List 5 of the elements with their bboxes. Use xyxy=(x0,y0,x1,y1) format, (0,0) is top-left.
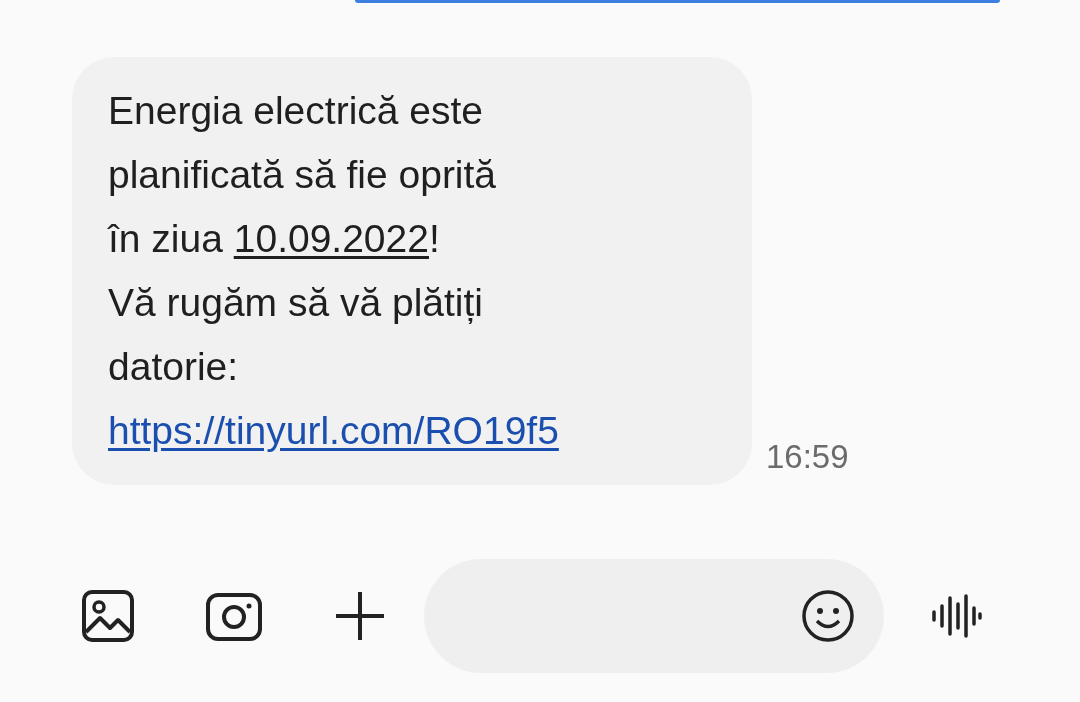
message-link[interactable]: https://tinyurl.com/RO19f5 xyxy=(108,399,563,463)
message-time: 16:59 xyxy=(766,436,849,477)
message-text: Energia electrică este planificată să fie oprită în ziua 10.09.2022! Vă rugăm să vă plătiți datorie: https://tinyurl.com/RO19f5 xyxy=(108,79,563,463)
gallery-icon[interactable] xyxy=(80,587,136,644)
emoji-icon[interactable] xyxy=(800,587,856,644)
